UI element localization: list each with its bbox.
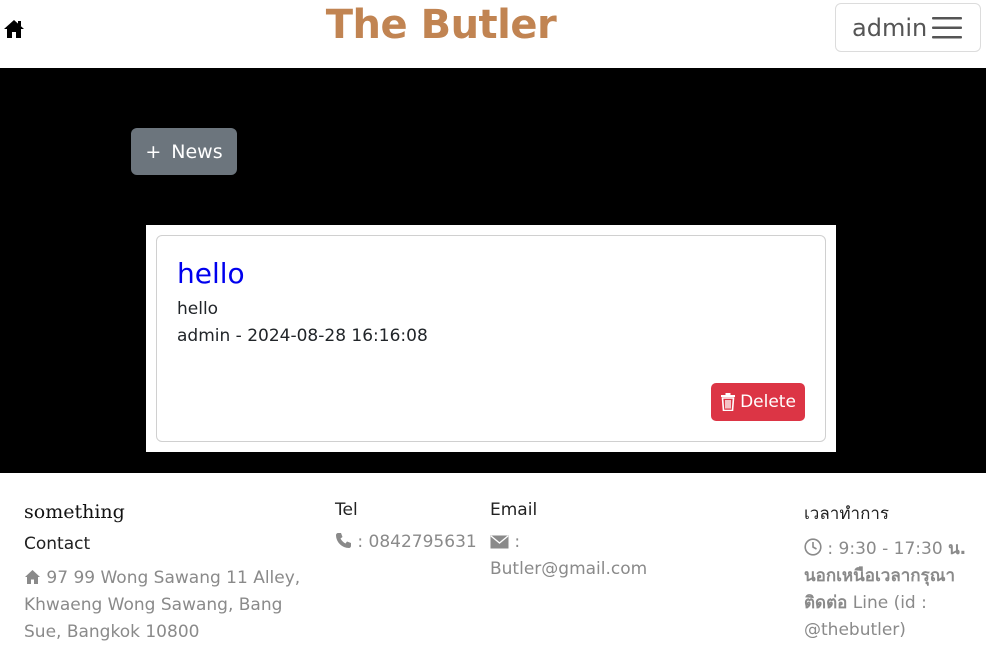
phone-icon: [336, 533, 351, 548]
footer: something Contact 97 99 Wong Sawang 11 A…: [0, 473, 986, 647]
footer-email-column: Email : Butler@gmail.com: [490, 473, 670, 583]
user-name: admin: [852, 13, 928, 42]
footer-email-value[interactable]: : Butler@gmail.com: [490, 532, 647, 579]
footer-hours-unit: น.: [948, 539, 967, 559]
add-news-button[interactable]: + News: [131, 128, 237, 175]
news-body: hello: [177, 299, 219, 319]
brand-title[interactable]: The Butler: [0, 2, 882, 48]
plus-icon: +: [145, 140, 162, 163]
clock-icon: [804, 538, 822, 556]
footer-hours: : 9:30 - 17:30 น. นอกเหนือเวลากรุณาติดต่…: [804, 536, 984, 644]
footer-tel: : 0842795631: [335, 529, 485, 556]
footer-tel-column: Tel : 0842795631: [335, 473, 485, 556]
trash-icon: [721, 393, 736, 411]
footer-hours-label: เวลาทำการ: [804, 504, 890, 524]
delete-news-button[interactable]: Delete: [711, 383, 805, 421]
news-title[interactable]: hello: [177, 257, 805, 290]
footer-tel-label: Tel: [335, 500, 358, 520]
footer-brand: something: [24, 501, 125, 523]
envelope-icon: [490, 535, 509, 549]
footer-hours-column: เวลาทำการ : 9:30 - 17:30 น. นอกเหนือเวลา…: [804, 473, 984, 644]
news-list: hello hello admin - 2024-08-28 16:16:08 …: [146, 225, 836, 452]
top-navbar: The Butler admin: [0, 0, 986, 68]
footer-email-label: Email: [490, 500, 538, 520]
footer-email: : Butler@gmail.com: [490, 529, 670, 583]
footer-contact-column: something Contact 97 99 Wong Sawang 11 A…: [24, 473, 324, 646]
footer-contact-label: Contact: [24, 534, 91, 554]
news-card: hello hello admin - 2024-08-28 16:16:08 …: [156, 235, 826, 442]
add-news-label: News: [171, 140, 223, 163]
footer-hours-time: : 9:30 - 17:30: [827, 539, 943, 559]
user-menu-button[interactable]: admin: [835, 3, 981, 52]
footer-address: 97 99 Wong Sawang 11 Alley, Khwaeng Wong…: [24, 565, 324, 646]
main-content: + News hello hello admin - 2024-08-28 16…: [0, 68, 986, 473]
hamburger-menu-icon: [932, 17, 962, 39]
footer-tel-value[interactable]: : 0842795631: [357, 532, 476, 552]
news-meta: admin - 2024-08-28 16:16:08: [177, 326, 428, 346]
footer-address-text: 97 99 Wong Sawang 11 Alley, Khwaeng Wong…: [24, 568, 301, 642]
house-small-icon: [25, 570, 40, 584]
delete-label: Delete: [740, 392, 796, 412]
